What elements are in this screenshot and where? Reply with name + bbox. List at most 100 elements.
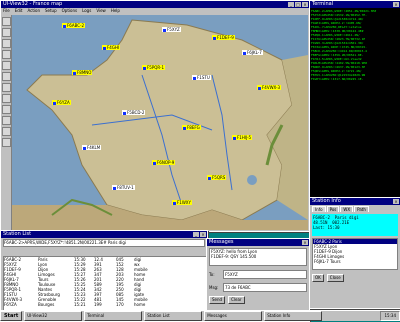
station-label[interactable]: F5QRS bbox=[207, 175, 227, 180]
close-icon[interactable]: × bbox=[302, 2, 308, 7]
map-window-titlebar[interactable]: UI-View32 - France map _ □ × bbox=[1, 1, 309, 8]
station-label[interactable]: F4KLM bbox=[82, 145, 102, 150]
minimize-icon[interactable]: _ bbox=[193, 232, 199, 237]
terminal-line: F1WXY>APRS:!4317.6N/00225.1E- bbox=[311, 77, 364, 81]
france-map bbox=[12, 15, 308, 230]
station-symbol-icon bbox=[153, 161, 156, 165]
close-button[interactable]: Close bbox=[326, 274, 344, 282]
tab-path[interactable]: Path bbox=[354, 206, 369, 212]
station-symbol-icon bbox=[233, 136, 236, 140]
station-label[interactable]: F6YZA bbox=[52, 100, 71, 105]
station-label[interactable]: F1HIJ-5 bbox=[232, 135, 253, 140]
map-icon[interactable] bbox=[2, 83, 11, 92]
msg-label: Msg: bbox=[209, 284, 219, 290]
station-label[interactable]: F1WXY bbox=[172, 200, 192, 205]
menu-item[interactable]: File bbox=[3, 8, 10, 14]
layer-icon[interactable] bbox=[2, 105, 11, 114]
station-label[interactable]: F6ABC-2 bbox=[62, 23, 86, 28]
find-icon[interactable] bbox=[2, 61, 11, 70]
message-list[interactable]: F5XYZ: hello from Lyon F1DEF-9: QSY 145.5… bbox=[209, 248, 307, 266]
station-label[interactable]: F8MNO bbox=[72, 70, 93, 75]
map-toolbar bbox=[1, 15, 12, 230]
ok-button[interactable]: OK bbox=[312, 274, 324, 282]
pointer-icon[interactable] bbox=[2, 17, 11, 26]
menu-item[interactable]: Logs bbox=[82, 8, 91, 14]
terminal-window[interactable]: Terminal × F6ABC-2>APRS,WIDE:!4851.2N/00… bbox=[309, 0, 400, 198]
menu-item[interactable]: Edit bbox=[15, 8, 23, 14]
station-label[interactable]: F4GHI bbox=[102, 45, 121, 50]
table-cell-call: F6YZA bbox=[4, 302, 17, 307]
station-symbol-icon bbox=[63, 24, 66, 28]
station-info-titlebar[interactable]: Station Info × bbox=[310, 198, 400, 205]
zoom-in-icon[interactable] bbox=[2, 28, 11, 37]
close-icon[interactable]: × bbox=[393, 199, 399, 204]
print-icon[interactable] bbox=[2, 94, 11, 103]
table-row[interactable]: F6YZA Bourges 15:21 199 170 home bbox=[4, 302, 206, 307]
station-label[interactable]: F6JKL-7 bbox=[242, 50, 263, 55]
list-item[interactable]: F6JKL-7 Tours bbox=[313, 259, 397, 264]
station-symbol-icon bbox=[73, 71, 76, 75]
ruler-icon[interactable] bbox=[2, 72, 11, 81]
table-cell-qtf: 170 bbox=[116, 302, 124, 307]
menu-item[interactable]: Action bbox=[27, 8, 40, 14]
zoom-out-icon[interactable] bbox=[2, 39, 11, 48]
to-label: To: bbox=[209, 271, 215, 277]
station-label[interactable]: F8TUV-1 bbox=[112, 185, 135, 190]
station-symbol-icon bbox=[53, 101, 56, 105]
station-symbol-icon bbox=[143, 66, 146, 70]
send-button[interactable]: Send bbox=[209, 296, 226, 304]
station-label[interactable]: F5PQR-1 bbox=[142, 65, 166, 70]
close-icon[interactable]: × bbox=[200, 232, 206, 237]
menu-item[interactable]: Options bbox=[62, 8, 77, 14]
station-label[interactable]: F5XYZ bbox=[162, 27, 181, 32]
tab-pos[interactable]: Pos bbox=[326, 206, 340, 212]
message-title: Messages bbox=[209, 239, 234, 245]
station-label[interactable]: F5BCD-2 bbox=[122, 110, 146, 115]
close-icon[interactable]: × bbox=[302, 240, 308, 245]
map-window[interactable]: UI-View32 - France map _ □ × File Edit Act… bbox=[0, 0, 310, 232]
station-label[interactable]: F1STU bbox=[192, 75, 211, 80]
station-label[interactable]: F8EFG bbox=[182, 125, 201, 130]
raw-packet-field[interactable]: F6ABC-2>APRS,WIDE,F5XYZ*:!4851.2N/00221.… bbox=[3, 239, 205, 247]
message-titlebar[interactable]: Messages × bbox=[207, 239, 309, 246]
info-icon[interactable] bbox=[2, 116, 11, 125]
close-icon[interactable]: × bbox=[393, 2, 399, 7]
station-symbol-icon bbox=[193, 76, 196, 80]
menu-item[interactable]: Setup bbox=[45, 8, 57, 14]
station-symbol-icon bbox=[173, 201, 176, 205]
maximize-icon[interactable]: □ bbox=[295, 2, 301, 7]
menu-item[interactable]: View bbox=[96, 8, 106, 14]
globe-icon[interactable] bbox=[2, 127, 11, 136]
station-symbol-icon bbox=[213, 36, 216, 40]
map-canvas[interactable]: F6ABC-2 F5XYZ F1DEF-9 F4GHI F6JKL-7 F8MNO F5PQ… bbox=[12, 15, 308, 230]
station-symbol-icon bbox=[243, 51, 246, 55]
hand-icon[interactable] bbox=[2, 50, 11, 59]
station-list-window[interactable]: Station List _ × F6ABC-2>APRS,WIDE,F5XYZ… bbox=[0, 230, 208, 322]
station-info-window[interactable]: Station Info × Info Pos WX Path F6ABC-2 Par… bbox=[309, 197, 400, 309]
station-list[interactable]: F6ABC-2 Paris F5XYZ Lyon F1DEF-9 Dijon F4GH… bbox=[312, 238, 398, 270]
terminal-titlebar[interactable]: Terminal × bbox=[310, 1, 400, 8]
station-list-title: Station List bbox=[3, 231, 32, 237]
message-item[interactable]: F1DEF-9: QSY 145.500 bbox=[211, 254, 306, 259]
table-cell-info: home bbox=[134, 302, 146, 307]
station-symbol-icon bbox=[123, 111, 126, 115]
message-field[interactable]: 73 de F6ABC bbox=[223, 283, 307, 292]
lake bbox=[247, 175, 257, 185]
map-menubar: File Edit Action Setup Options Logs View Help bbox=[1, 8, 309, 14]
exit-icon[interactable] bbox=[2, 138, 11, 147]
station-label[interactable]: F4VWX-3 bbox=[257, 85, 282, 90]
clear-button[interactable]: Clear bbox=[228, 296, 245, 304]
tab-info[interactable]: Info bbox=[312, 206, 326, 212]
station-list-titlebar[interactable]: Station List _ × bbox=[1, 231, 207, 238]
station-info-title: Station Info bbox=[312, 198, 341, 204]
station-label[interactable]: F1DEF-9 bbox=[212, 35, 235, 40]
station-label[interactable]: F6NOP-9 bbox=[152, 160, 176, 165]
station-symbol-icon bbox=[83, 146, 86, 150]
station-symbol-icon bbox=[258, 86, 261, 90]
menu-item[interactable]: Help bbox=[111, 8, 120, 14]
minimize-icon[interactable]: _ bbox=[288, 2, 294, 7]
station-table[interactable]: F6ABC-2 Paris 15:30 12.4 045 digi F5XYZ Lyon 15:… bbox=[3, 256, 207, 314]
to-field[interactable]: F5XYZ bbox=[223, 270, 307, 279]
terminal-output: F6ABC-2>APRS,WIDE:!4851.2N/00221.3E# F5XY… bbox=[311, 9, 399, 196]
tab-wx[interactable]: WX bbox=[340, 206, 354, 212]
